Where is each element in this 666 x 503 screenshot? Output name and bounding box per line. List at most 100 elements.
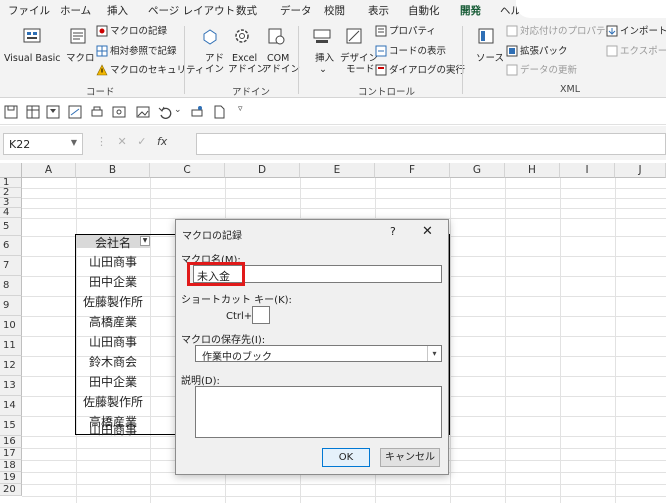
table-cell[interactable]: 山田商事 [76,253,150,270]
row-header-12[interactable]: 12 [0,356,22,376]
row-header-6[interactable]: 6 [0,236,22,256]
tab-view[interactable]: 表示 [368,3,389,18]
save-icon[interactable] [4,105,18,119]
shortcut-key-input[interactable] [252,306,270,324]
record-macro-icon[interactable] [96,25,108,37]
com-addin-icon[interactable] [266,26,286,46]
row-header-10[interactable]: 10 [0,316,22,336]
row-header-7[interactable]: 7 [0,256,22,276]
confirm-entry-icon[interactable]: ✓ [137,135,146,148]
excel-addin-label[interactable]: Excel [232,53,257,64]
table-cell[interactable]: 高橋産業 [76,313,150,330]
tab-review[interactable]: 校閲 [324,3,345,18]
table-cell[interactable]: 佐藤製作所 [76,293,150,310]
macro-icon[interactable] [68,26,88,46]
macro-security-label[interactable]: マクロのセキュリティ [110,65,204,76]
relative-reference-icon[interactable] [96,45,108,57]
warning-icon[interactable] [96,64,108,76]
gear-icon[interactable] [232,26,252,46]
image-icon[interactable] [136,105,150,119]
expansion-pack-label[interactable]: 拡張パック [520,46,568,57]
column-header-e[interactable]: E [300,163,375,178]
visual-basic-label[interactable]: Visual Basic [4,53,61,64]
view-code-label[interactable]: コードの表示 [389,46,446,57]
tab-home[interactable]: ホーム [60,3,91,18]
source-icon[interactable] [476,26,496,46]
ok-button[interactable]: OK [322,448,370,467]
print-preview-icon[interactable] [112,105,126,119]
row-header-5[interactable]: 5 [0,218,22,236]
design-mode-icon[interactable] [344,26,364,46]
addin-label-2[interactable]: イン [205,64,224,75]
customize-toolbar-icon[interactable]: ▿ [238,104,243,114]
chevron-down-icon[interactable]: ▾ [427,346,441,361]
row-header-16[interactable]: 16 [0,436,22,448]
tab-insert[interactable]: 挿入 [107,3,128,18]
insert-control-icon[interactable] [312,26,332,46]
table-cell[interactable]: 佐藤製作所 [76,393,150,410]
insert-function-icon[interactable]: fx [157,135,167,148]
insert-control-label[interactable]: 挿入 [315,53,334,64]
chevron-down-icon[interactable]: ▼ [71,138,77,147]
column-header-d[interactable]: D [225,163,300,178]
column-header-a[interactable]: A [22,163,76,178]
chevron-down-icon[interactable]: ⌄ [319,64,327,75]
com-addin-label[interactable]: COM [267,53,289,64]
design-mode-label-2[interactable]: モード [346,64,375,75]
tab-developer[interactable]: 開発 [460,3,481,22]
com-addin-label-2[interactable]: アドイン [262,64,300,75]
row-header-17[interactable]: 17 [0,448,22,460]
column-header-b[interactable]: B [76,163,150,178]
row-header-9[interactable]: 9 [0,296,22,316]
table-icon[interactable] [26,105,40,119]
properties-label[interactable]: プロパティ [389,26,436,37]
table-cell[interactable]: 田中企業 [76,273,150,290]
tab-page-layout[interactable]: ページ レイアウト [148,3,235,18]
formula-input[interactable] [196,133,666,155]
tab-data[interactable]: データ [280,3,312,18]
addin-icon[interactable] [200,26,220,46]
row-header-11[interactable]: 11 [0,336,22,356]
description-textarea[interactable] [195,386,442,438]
close-icon[interactable]: ✕ [422,224,433,239]
excel-addin-label-2[interactable]: アドイン [228,64,266,75]
column-header-h[interactable]: H [505,163,560,178]
import-label[interactable]: インポート [620,26,666,37]
tab-automate[interactable]: 自動化 [408,3,440,18]
view-code-icon[interactable] [375,45,387,57]
column-header-j[interactable]: J [615,163,666,178]
quick-print-icon[interactable] [190,105,204,119]
row-header-4[interactable]: 4 [0,208,22,218]
store-macro-select[interactable]: 作業中のブック ▾ [195,345,442,363]
design-mode-label[interactable]: デザイン [340,53,378,64]
source-label[interactable]: ソース [476,53,504,64]
table-cell[interactable]: 田中企業 [76,373,150,390]
print-icon[interactable] [90,105,104,119]
run-dialog-label[interactable]: ダイアログの実行 [389,65,465,76]
row-header-13[interactable]: 13 [0,376,22,396]
properties-icon[interactable] [375,25,387,37]
visual-basic-icon[interactable] [22,26,42,46]
name-box[interactable]: K22 ▼ [3,133,83,155]
help-icon[interactable]: ? [390,225,396,238]
cancel-entry-icon[interactable]: ✕ [118,135,127,148]
row-header-8[interactable]: 8 [0,276,22,296]
tab-file[interactable]: ファイル [8,3,50,18]
select-all-corner[interactable] [0,163,22,178]
row-header-15[interactable]: 15 [0,416,22,436]
table-cell[interactable]: 山田商事 [76,421,150,438]
row-header-14[interactable]: 14 [0,396,22,416]
filter-table-icon[interactable] [46,105,60,119]
addin-label[interactable]: アド [205,53,224,64]
expansion-pack-icon[interactable] [506,45,518,57]
relative-reference-label[interactable]: 相対参照で記録 [110,46,177,57]
row-header-19[interactable]: 19 [0,472,22,484]
column-header-f[interactable]: F [375,163,450,178]
row-header-18[interactable]: 18 [0,460,22,472]
undo-icon[interactable] [158,105,172,119]
column-header-g[interactable]: G [450,163,505,178]
column-header-i[interactable]: I [560,163,615,178]
macro-label[interactable]: マクロ [66,53,95,64]
column-header-c[interactable]: C [150,163,225,178]
new-file-icon[interactable] [212,105,226,119]
